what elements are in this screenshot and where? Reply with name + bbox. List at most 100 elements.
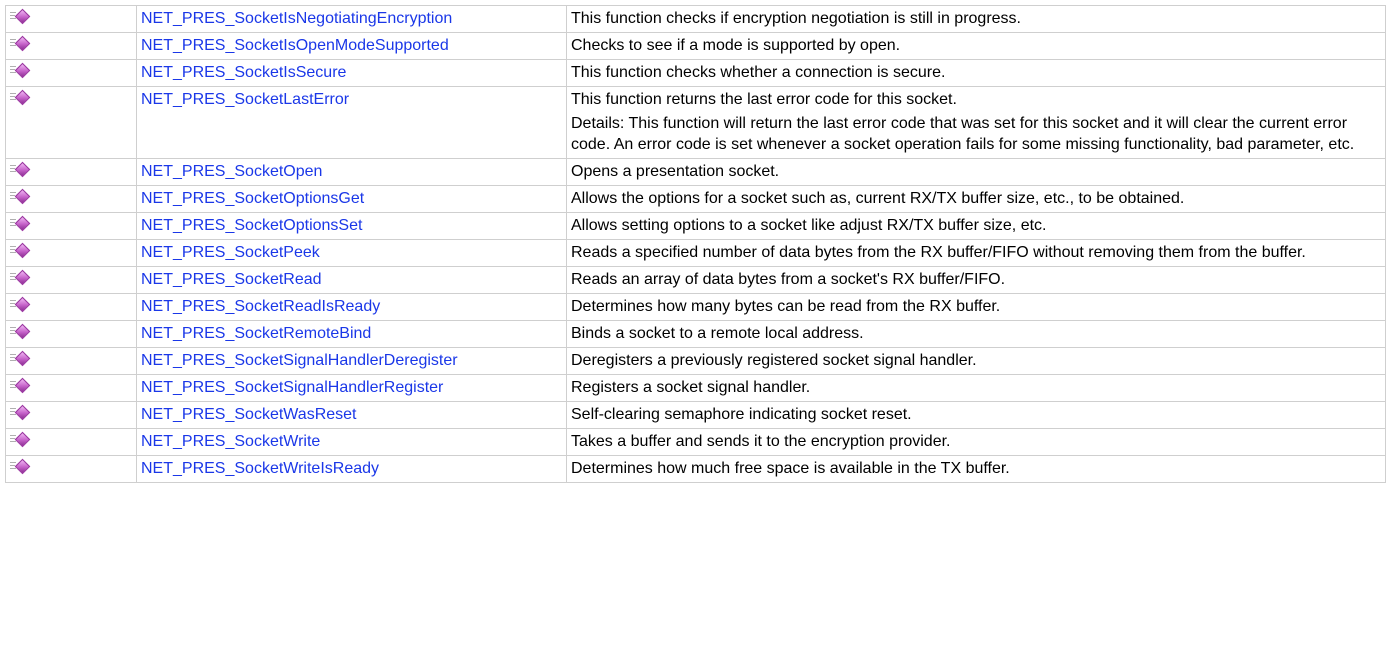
function-link[interactable]: NET_PRES_SocketOptionsGet <box>141 190 364 207</box>
table-row: NET_PRES_SocketRemoteBind Binds a socket … <box>5 320 1386 348</box>
function-description-cell: Reads a specified number of data bytes f… <box>566 239 1386 267</box>
description-text: Binds a socket to a remote local address… <box>571 325 864 342</box>
icon-cell <box>5 455 137 483</box>
public-method-icon <box>10 188 31 205</box>
function-link[interactable]: NET_PRES_SocketIsNegotiatingEncryption <box>141 10 452 27</box>
function-description-cell: Registers a socket signal handler. <box>566 374 1386 402</box>
function-name-cell: NET_PRES_SocketReadIsReady <box>136 293 567 321</box>
public-method-icon <box>10 62 31 79</box>
function-name-cell: NET_PRES_SocketWriteIsReady <box>136 455 567 483</box>
function-description-cell: This function checks whether a connectio… <box>566 59 1386 87</box>
function-name-cell: NET_PRES_SocketRemoteBind <box>136 320 567 348</box>
table-row: NET_PRES_SocketWriteIsReady Determines ho… <box>5 455 1386 483</box>
function-name-cell: NET_PRES_SocketIsOpenModeSupported <box>136 32 567 60</box>
function-link[interactable]: NET_PRES_SocketSignalHandlerRegister <box>141 379 443 396</box>
description-text: Details: This function will return the l… <box>571 115 1355 153</box>
table-row: NET_PRES_SocketPeek Reads a specified num… <box>5 239 1386 267</box>
table-row: NET_PRES_SocketIsSecure This function che… <box>5 59 1386 87</box>
public-method-icon <box>10 404 31 421</box>
icon-cell <box>5 428 137 456</box>
table-row: NET_PRES_SocketLastError This function re… <box>5 86 1386 159</box>
function-name-cell: NET_PRES_SocketOptionsSet <box>136 212 567 240</box>
description-text: Allows the options for a socket such as,… <box>571 190 1185 207</box>
description-text: This function returns the last error cod… <box>571 91 957 108</box>
public-method-icon <box>10 8 31 25</box>
function-link[interactable]: NET_PRES_SocketWriteIsReady <box>141 460 379 477</box>
function-description-cell: Reads an array of data bytes from a sock… <box>566 266 1386 294</box>
table-row: NET_PRES_SocketReadIsReady Determines how… <box>5 293 1386 321</box>
function-link[interactable]: NET_PRES_SocketOptionsSet <box>141 217 362 234</box>
function-description-cell: Allows setting options to a socket like … <box>566 212 1386 240</box>
function-link[interactable]: NET_PRES_SocketIsOpenModeSupported <box>141 37 449 54</box>
function-name-cell: NET_PRES_SocketOptionsGet <box>136 185 567 213</box>
table-row: NET_PRES_SocketRead Reads an array of dat… <box>5 266 1386 294</box>
description-text: Allows setting options to a socket like … <box>571 217 1047 234</box>
icon-cell <box>5 86 137 159</box>
table-row: NET_PRES_SocketIsOpenModeSupported Checks… <box>5 32 1386 60</box>
function-link[interactable]: NET_PRES_SocketPeek <box>141 244 320 261</box>
public-method-icon <box>10 323 31 340</box>
icon-cell <box>5 212 137 240</box>
icon-cell <box>5 347 137 375</box>
icon-cell <box>5 293 137 321</box>
description-text: This function checks if encryption negot… <box>571 10 1021 27</box>
function-description-cell: This function checks if encryption negot… <box>566 5 1386 33</box>
icon-cell <box>5 320 137 348</box>
public-method-icon <box>10 458 31 475</box>
description-text: Reads a specified number of data bytes f… <box>571 244 1306 261</box>
function-name-cell: NET_PRES_SocketOpen <box>136 158 567 186</box>
function-link[interactable]: NET_PRES_SocketWrite <box>141 433 320 450</box>
function-link[interactable]: NET_PRES_SocketRemoteBind <box>141 325 371 342</box>
icon-cell <box>5 266 137 294</box>
function-link[interactable]: NET_PRES_SocketLastError <box>141 91 349 108</box>
function-link[interactable]: NET_PRES_SocketSignalHandlerDeregister <box>141 352 458 369</box>
public-method-icon <box>10 161 31 178</box>
function-name-cell: NET_PRES_SocketLastError <box>136 86 567 159</box>
description-text: This function checks whether a connectio… <box>571 64 946 81</box>
function-table: NET_PRES_SocketIsNegotiatingEncryption Th… <box>5 5 1386 483</box>
table-row: NET_PRES_SocketSignalHandlerRegister Regi… <box>5 374 1386 402</box>
table-row: NET_PRES_SocketOptionsGet Allows the opti… <box>5 185 1386 213</box>
icon-cell <box>5 239 137 267</box>
function-name-cell: NET_PRES_SocketWrite <box>136 428 567 456</box>
function-description-cell: Binds a socket to a remote local address… <box>566 320 1386 348</box>
function-name-cell: NET_PRES_SocketIsNegotiatingEncryption <box>136 5 567 33</box>
function-description-cell: Checks to see if a mode is supported by … <box>566 32 1386 60</box>
function-description-cell: Self-clearing semaphore indicating socke… <box>566 401 1386 429</box>
description-text: Reads an array of data bytes from a sock… <box>571 271 1006 288</box>
public-method-icon <box>10 431 31 448</box>
function-table-body: NET_PRES_SocketIsNegotiatingEncryption Th… <box>5 5 1386 483</box>
public-method-icon <box>10 377 31 394</box>
function-description-cell: Takes a buffer and sends it to the encry… <box>566 428 1386 456</box>
function-description-cell: Determines how many bytes can be read fr… <box>566 293 1386 321</box>
function-name-cell: NET_PRES_SocketWasReset <box>136 401 567 429</box>
description-text: Opens a presentation socket. <box>571 163 780 180</box>
function-link[interactable]: NET_PRES_SocketOpen <box>141 163 322 180</box>
table-row: NET_PRES_SocketWrite Takes a buffer and s… <box>5 428 1386 456</box>
function-description-cell: Opens a presentation socket. <box>566 158 1386 186</box>
icon-cell <box>5 158 137 186</box>
function-description-cell: Allows the options for a socket such as,… <box>566 185 1386 213</box>
function-description-cell: Deregisters a previously registered sock… <box>566 347 1386 375</box>
public-method-icon <box>10 296 31 313</box>
function-link[interactable]: NET_PRES_SocketRead <box>141 271 322 288</box>
icon-cell <box>5 59 137 87</box>
table-row: NET_PRES_SocketSignalHandlerDeregister De… <box>5 347 1386 375</box>
function-name-cell: NET_PRES_SocketPeek <box>136 239 567 267</box>
public-method-icon <box>10 215 31 232</box>
table-row: NET_PRES_SocketIsNegotiatingEncryption Th… <box>5 5 1386 33</box>
function-description-cell: This function returns the last error cod… <box>566 86 1386 159</box>
public-method-icon <box>10 89 31 106</box>
function-link[interactable]: NET_PRES_SocketWasReset <box>141 406 356 423</box>
description-text: Determines how many bytes can be read fr… <box>571 298 1001 315</box>
function-link[interactable]: NET_PRES_SocketReadIsReady <box>141 298 380 315</box>
icon-cell <box>5 401 137 429</box>
function-name-cell: NET_PRES_SocketSignalHandlerRegister <box>136 374 567 402</box>
icon-cell <box>5 32 137 60</box>
function-link[interactable]: NET_PRES_SocketIsSecure <box>141 64 346 81</box>
table-row: NET_PRES_SocketWasReset Self-clearing sem… <box>5 401 1386 429</box>
description-text: Self-clearing semaphore indicating socke… <box>571 406 912 423</box>
function-description-cell: Determines how much free space is availa… <box>566 455 1386 483</box>
description-text: Checks to see if a mode is supported by … <box>571 37 901 54</box>
description-text: Determines how much free space is availa… <box>571 460 1010 477</box>
